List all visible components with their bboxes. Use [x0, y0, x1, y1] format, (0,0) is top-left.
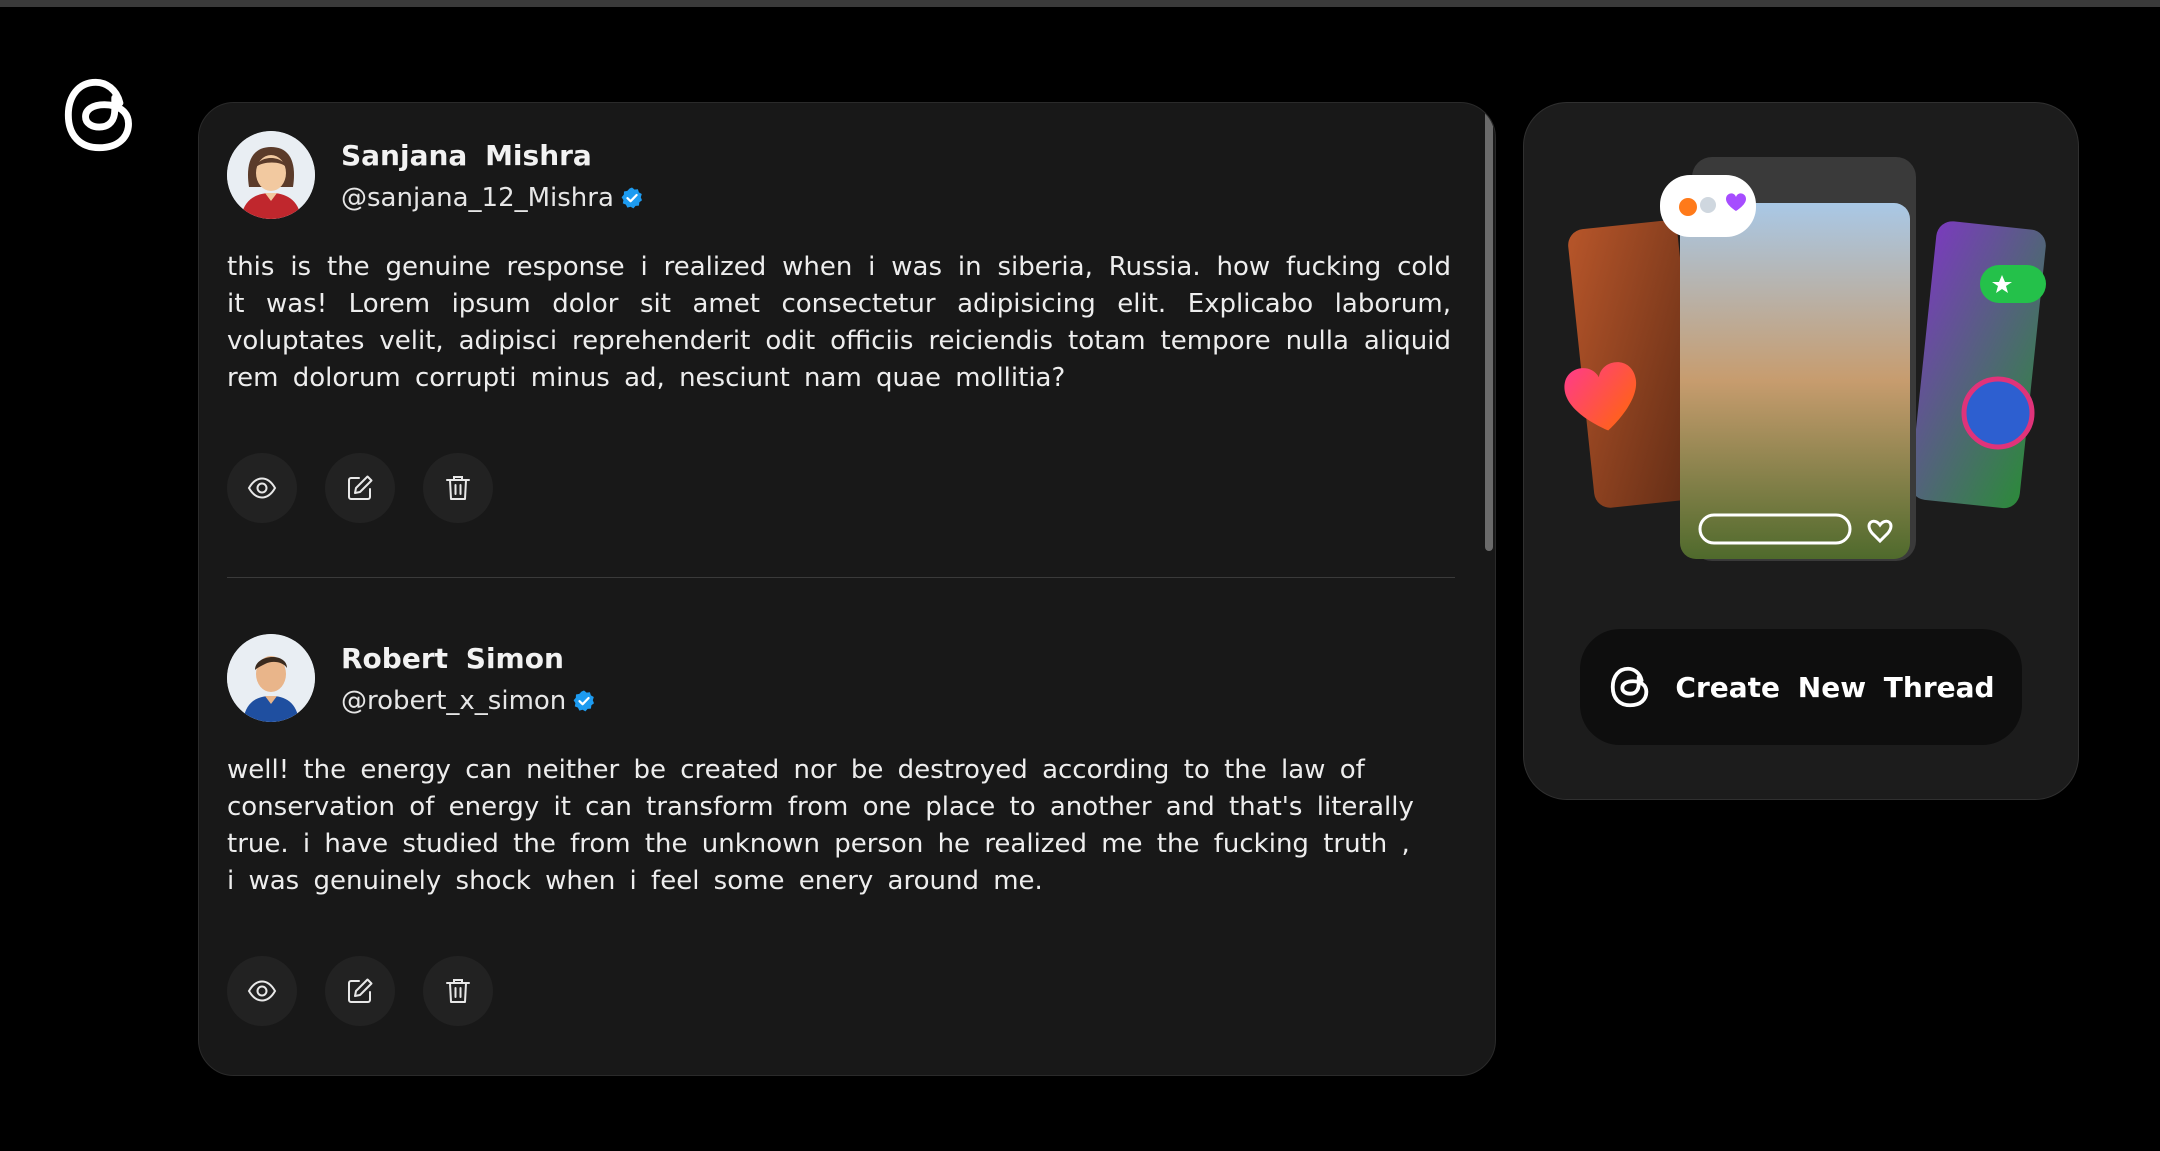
post-text: this is the genuine response i realized …	[227, 252, 1451, 393]
verified-badge-icon	[573, 690, 595, 712]
author-name[interactable]: Sanjana Mishra	[341, 139, 592, 172]
avatar[interactable]	[227, 634, 315, 722]
edit-icon	[348, 475, 373, 500]
author-handle[interactable]: @sanjana_12_Mishra	[341, 183, 644, 213]
view-button[interactable]	[227, 956, 297, 1026]
sidebar-card: Create New Thread	[1523, 102, 2079, 800]
edit-button[interactable]	[325, 956, 395, 1026]
post-text: well! the energy can neither be created …	[227, 755, 1414, 896]
edit-button[interactable]	[325, 453, 395, 523]
threads-logo-icon[interactable]	[58, 72, 144, 158]
author-handle[interactable]: @robert_x_simon	[341, 686, 596, 716]
view-button[interactable]	[227, 453, 297, 523]
post-actions	[227, 956, 493, 1026]
handle-text[interactable]: @sanjana_12_Mishra	[341, 183, 614, 213]
trash-icon	[446, 979, 470, 1003]
post-actions	[227, 453, 493, 523]
create-thread-label: Create New Thread	[1675, 670, 1995, 704]
avatar[interactable]	[227, 131, 315, 219]
trash-icon	[446, 476, 470, 500]
delete-button[interactable]	[423, 453, 493, 523]
verified-badge-icon	[621, 187, 642, 209]
window-top-border	[0, 0, 2160, 7]
eye-icon	[247, 477, 277, 499]
threads-feed[interactable]: Sanjana Mishra @sanjana_12_Mishra this i…	[198, 102, 1496, 1076]
feed-scrollbar[interactable]	[1485, 107, 1493, 551]
threads-promo-collage	[1564, 157, 2046, 561]
eye-icon	[247, 980, 277, 1002]
create-thread-button[interactable]: Create New Thread	[1580, 629, 2022, 745]
edit-icon	[348, 978, 373, 1003]
author-name[interactable]: Robert Simon	[341, 642, 564, 675]
delete-button[interactable]	[423, 956, 493, 1026]
post-divider	[227, 577, 1455, 578]
threads-logo-icon	[1611, 666, 1649, 708]
handle-text[interactable]: @robert_x_simon	[341, 686, 566, 716]
